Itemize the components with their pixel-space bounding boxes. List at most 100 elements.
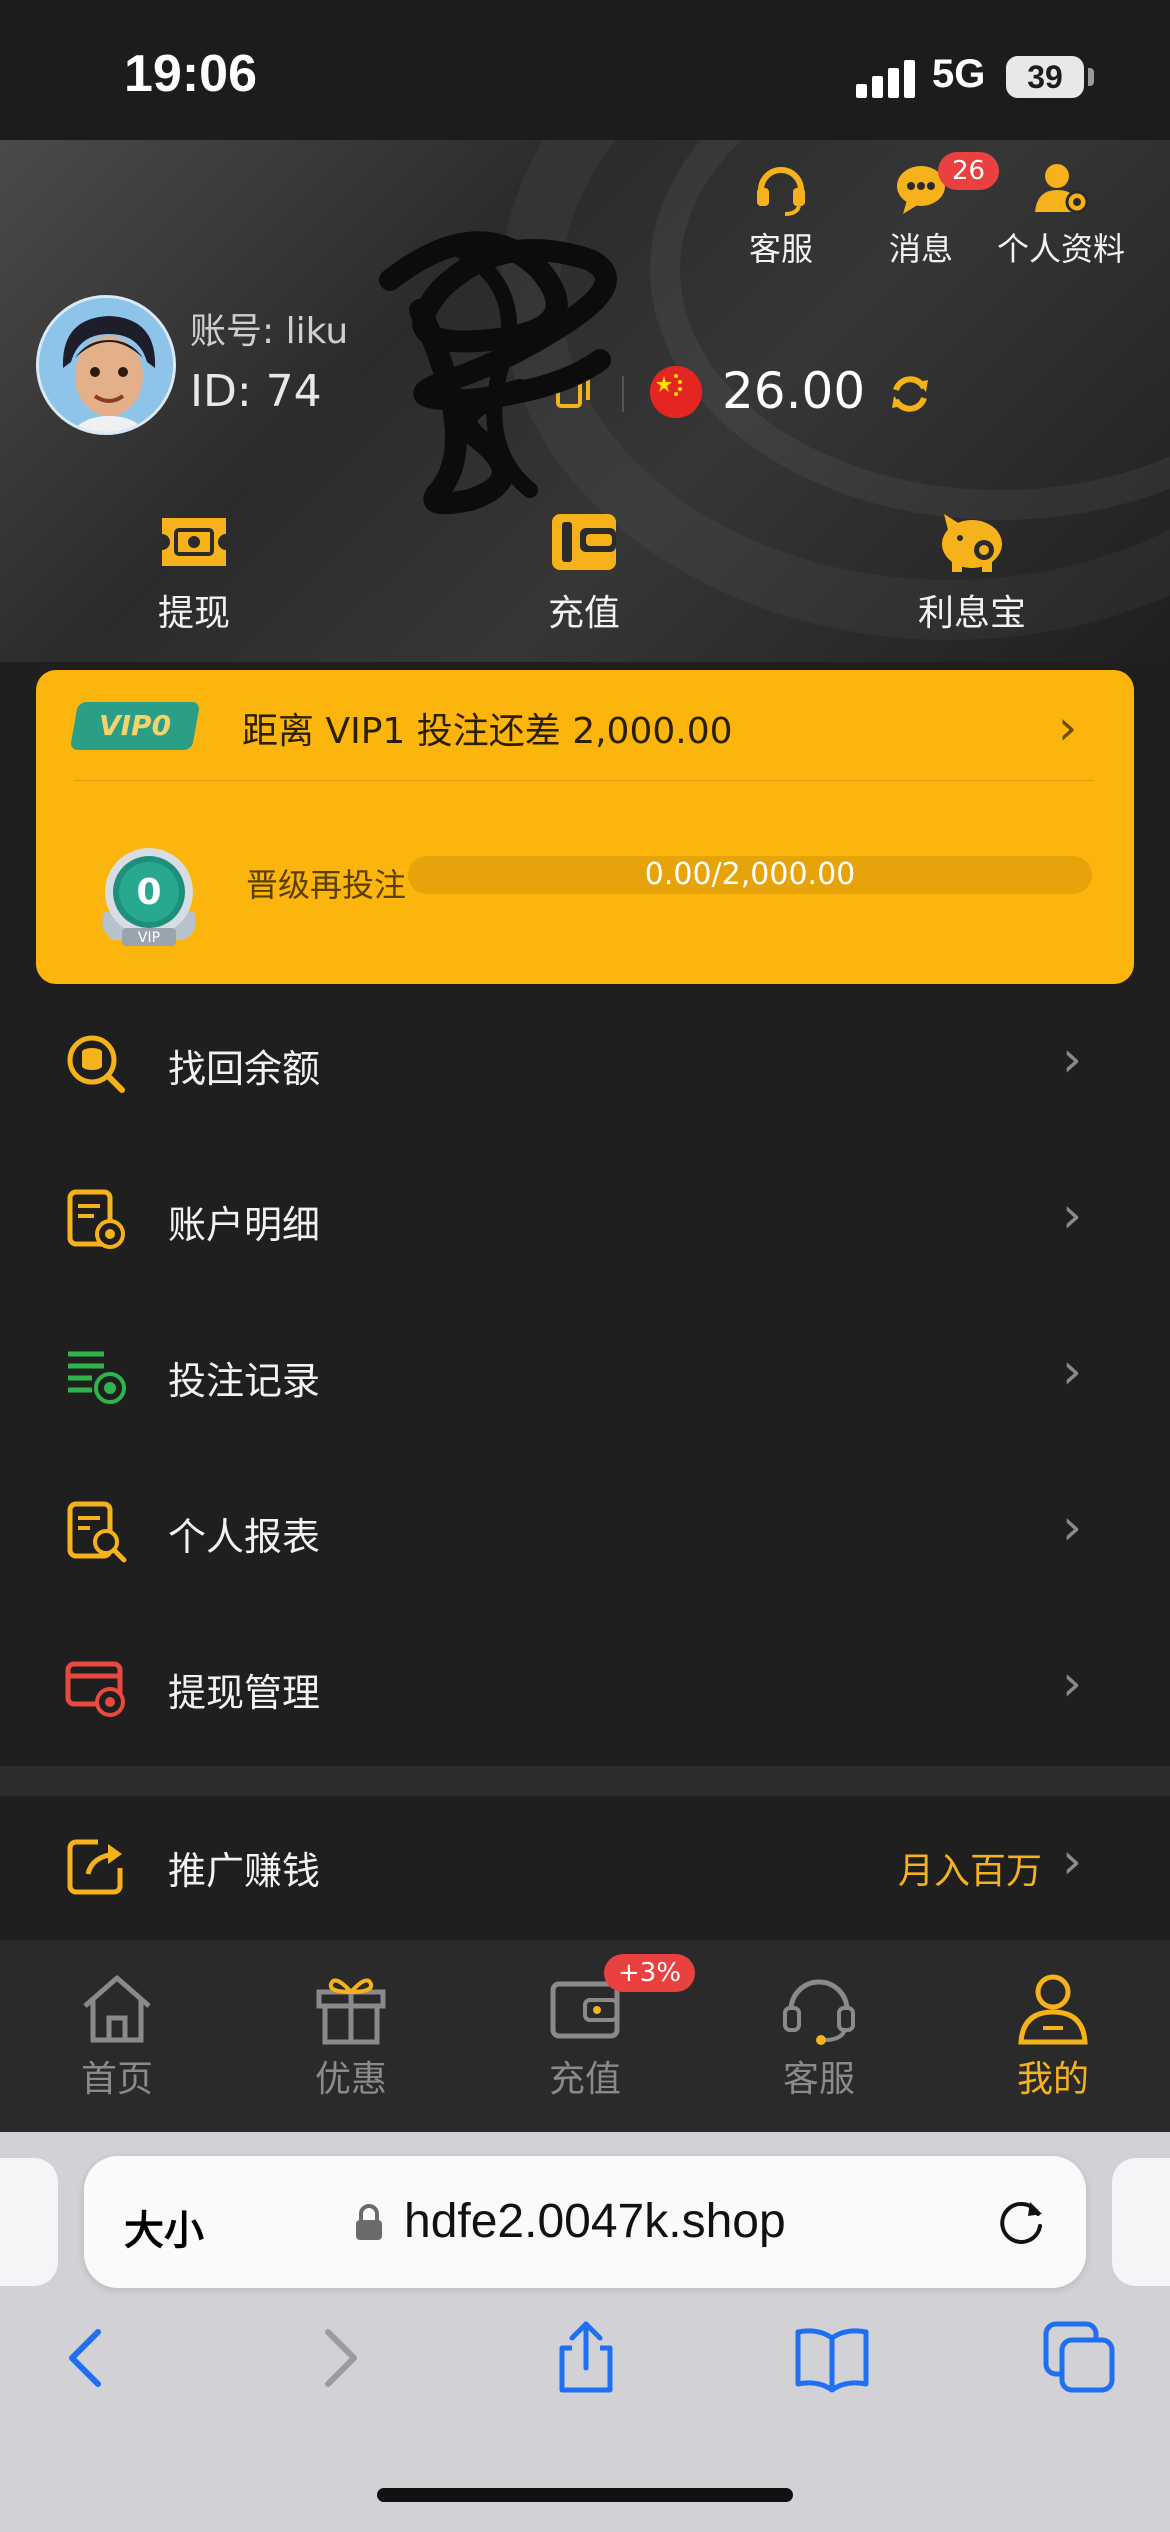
account-label: 账号: liku (190, 311, 349, 352)
back-icon[interactable] (48, 2318, 128, 2398)
recharge-label: 充值 (547, 593, 620, 634)
wallet-balance: 26.00 (722, 362, 866, 420)
vip-progress-text: 0.00/2,000.00 (644, 857, 856, 892)
url-text[interactable]: hdfe2.0047k.shop (404, 2194, 786, 2249)
account-id: ID: 74 (190, 366, 322, 417)
vip-distance-text: 距离 VIP1 投注还差 2,000.00 (242, 711, 733, 752)
menu-item-personal-report[interactable]: 个人报表 › (0, 1454, 1170, 1610)
share-icon[interactable] (546, 2318, 626, 2398)
bet-record-icon (64, 1344, 128, 1408)
menu-item-recover-balance[interactable]: 找回余额 › (0, 986, 1170, 1142)
interest-treasure-button[interactable]: 利息宝 (872, 510, 1072, 636)
withdraw-label: 提现 (157, 593, 230, 634)
chevron-right-icon: › (1062, 1498, 1082, 1556)
redaction-scribble (379, 231, 617, 515)
menu-item-label: 推广赚钱 (168, 1849, 321, 1893)
address-bar[interactable]: 大小 hdfe2.0047k.shop (84, 2156, 1086, 2288)
section-gap (0, 1766, 1170, 1796)
tab-mine[interactable]: 我的 (978, 1970, 1128, 2102)
refresh-balance-icon[interactable] (888, 372, 932, 416)
report-search-icon (64, 1500, 128, 1564)
avatar[interactable] (36, 295, 176, 435)
messages-button[interactable]: 26 消息 (856, 152, 1000, 270)
menu-item-label: 账户明细 (168, 1203, 321, 1247)
menu-list: 找回余额 › 账户明细 › 投注记录 › 个人报表 › 提现管理 › 推广赚钱 … (0, 986, 1170, 1938)
browser-toolbar: 大小 hdfe2.0047k.shop (0, 2132, 1170, 2532)
menu-item-bet-records[interactable]: 投注记录 › (0, 1298, 1170, 1454)
search-coins-icon (64, 1032, 128, 1096)
china-flag-icon (650, 366, 702, 418)
customer-service-button[interactable]: 客服 (716, 160, 846, 270)
cash-ticket-icon (156, 510, 232, 574)
text-size-button[interactable]: 大小 (124, 2198, 204, 2256)
promo-tagline: 月入百万 (898, 1851, 1043, 1892)
gift-icon (311, 1970, 391, 2046)
menu-item-promotion[interactable]: 推广赚钱 月入百万 › (0, 1796, 1170, 1938)
battery-tip (1088, 68, 1094, 86)
cellular-signal-icon (856, 58, 916, 98)
tab-customer-service[interactable]: 客服 (744, 1970, 894, 2102)
battery-icon: 39 (1006, 56, 1084, 98)
bookmarks-icon[interactable] (792, 2318, 872, 2398)
profile-settings-label: 个人资料 (996, 230, 1125, 268)
headset-icon (779, 1970, 859, 2046)
chevron-right-icon: › (1062, 1186, 1082, 1244)
withdraw-manage-icon (64, 1656, 128, 1720)
status-time: 19:06 (124, 45, 257, 103)
messages-badge: 26 (938, 152, 1000, 190)
chevron-right-icon: › (1062, 1832, 1082, 1890)
browser-nav-row (0, 2318, 1170, 2418)
vip-medal-icon: 0 VIP (94, 842, 204, 952)
menu-item-label: 投注记录 (168, 1359, 321, 1403)
vip-medal-label: VIP (138, 930, 160, 946)
messages-label: 消息 (888, 230, 953, 268)
bottom-tab-bar: 首页 优惠 +3% 充值 客服 我的 (0, 1940, 1170, 2132)
menu-item-label: 提现管理 (168, 1671, 321, 1715)
previous-tab-card[interactable] (0, 2158, 58, 2286)
profile-header: 客服 26 消息 个人资料 账号: liku ID: 74 26.00 提现 充… (0, 140, 1170, 662)
menu-item-label: 个人报表 (168, 1515, 321, 1559)
vip-medal-level: 0 (136, 872, 161, 913)
vip-level-tag: VIP0 (69, 702, 201, 750)
customer-service-label: 客服 (748, 230, 813, 268)
tabs-icon[interactable] (1040, 2318, 1120, 2398)
tab-recharge[interactable]: +3% 充值 (510, 1954, 696, 2102)
wallet-icon (546, 510, 622, 574)
tab-home[interactable]: 首页 (42, 1970, 192, 2102)
tab-promotions[interactable]: 优惠 (276, 1970, 426, 2102)
network-type: 5G (932, 52, 986, 96)
vip-divider (74, 780, 1094, 781)
withdraw-button[interactable]: 提现 (94, 510, 294, 636)
vip-progress-bar: 0.00/2,000.00 (408, 856, 1092, 894)
next-tab-card[interactable] (1112, 2158, 1170, 2286)
upgrade-label: 晋级再投注 (246, 866, 407, 904)
chevron-right-icon: › (1058, 700, 1078, 756)
profile-icon (1013, 1970, 1093, 2046)
account-detail-icon (64, 1188, 128, 1252)
forward-icon[interactable] (298, 2318, 378, 2398)
tab-label: 充值 (548, 2059, 621, 2100)
interest-treasure-label: 利息宝 (917, 593, 1026, 634)
lock-icon (354, 2202, 384, 2242)
profile-settings-button[interactable]: 个人资料 (996, 160, 1126, 270)
tab-label: 优惠 (314, 2059, 387, 2100)
tab-label: 客服 (782, 2059, 855, 2100)
reload-icon[interactable] (994, 2194, 1050, 2250)
chevron-right-icon: › (1062, 1030, 1082, 1088)
vip-level-text: VIP0 (98, 709, 172, 742)
menu-item-withdraw-management[interactable]: 提现管理 › (0, 1610, 1170, 1766)
chevron-right-icon: › (1062, 1654, 1082, 1712)
menu-item-account-details[interactable]: 账户明细 › (0, 1142, 1170, 1298)
tab-label: 我的 (1016, 2059, 1089, 2100)
vip-card[interactable]: VIP0 距离 VIP1 投注还差 2,000.00 › 0 VIP 晋级再投注… (36, 670, 1134, 984)
piggy-bank-icon (934, 510, 1010, 574)
recharge-button[interactable]: 充值 (484, 510, 684, 636)
share-icon (64, 1834, 128, 1898)
user-settings-icon (1033, 160, 1089, 216)
home-indicator (377, 2488, 793, 2502)
recharge-bonus-badge: +3% (604, 1954, 696, 1992)
tab-label: 首页 (80, 2059, 153, 2100)
status-bar: 19:06 5G 39 (0, 0, 1170, 140)
menu-item-label: 找回余额 (168, 1047, 321, 1091)
headset-icon (753, 160, 809, 216)
